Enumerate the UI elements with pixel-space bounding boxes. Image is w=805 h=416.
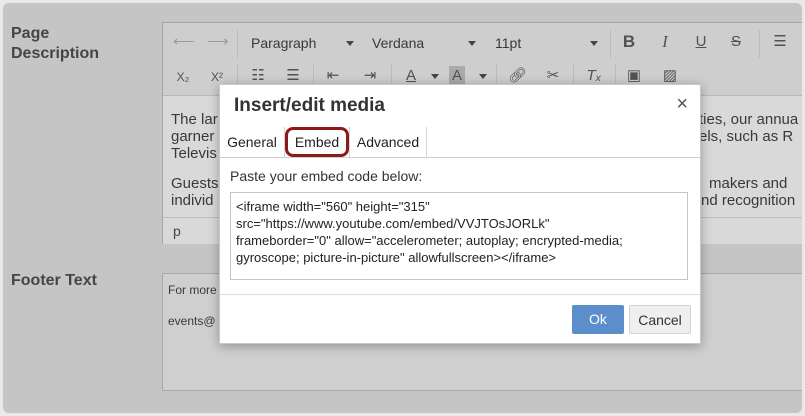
dialog-title: Insert/edit media (234, 95, 385, 116)
close-icon[interactable]: × (676, 93, 688, 116)
ok-button[interactable]: Ok (572, 305, 624, 334)
tab-advanced[interactable]: Advanced (350, 127, 427, 157)
embed-tab-highlight (285, 127, 349, 157)
insert-edit-media-dialog: Insert/edit media × General Embed Advanc… (219, 84, 701, 344)
cancel-button[interactable]: Cancel (629, 305, 691, 334)
dialog-footer: Ok Cancel (220, 294, 700, 344)
embed-code-label: Paste your embed code below: (230, 168, 423, 184)
tab-general[interactable]: General (220, 127, 285, 157)
embed-code-textarea[interactable]: <iframe width="560" height="315" src="ht… (230, 192, 688, 280)
screenshot-frame: Page Description ⟵ ⟶ Paragraph Verdana 1… (3, 3, 802, 413)
